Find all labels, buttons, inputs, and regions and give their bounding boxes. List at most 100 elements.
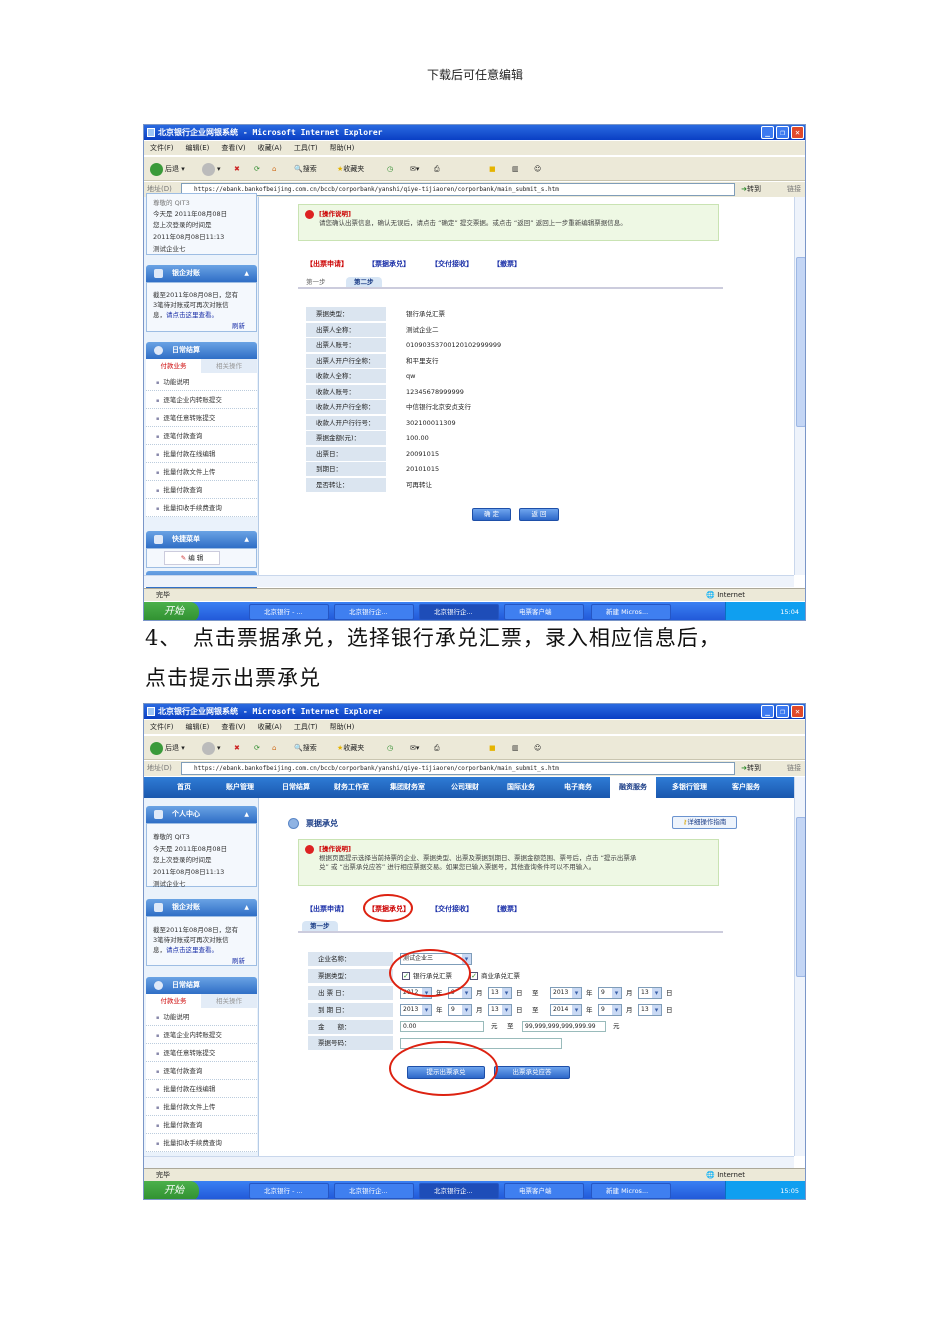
nav-wealth[interactable]: 公司理财 — [451, 777, 479, 798]
refresh-icon[interactable]: ⟳ — [254, 162, 260, 176]
menu-edit[interactable]: 编辑(E) — [186, 144, 210, 152]
menu-help[interactable]: 帮助(H) — [330, 144, 355, 152]
nav-ecommerce[interactable]: 电子商务 — [564, 777, 592, 798]
sidebar-item[interactable]: 功能说明 — [146, 373, 257, 391]
forward-button[interactable]: ▾ — [202, 162, 221, 176]
url-input[interactable]: https://ebank.bankofbeijing.com.cn/bccb/… — [181, 762, 735, 775]
due-to-month-select[interactable]: 9 — [598, 1004, 622, 1016]
taskbar-item[interactable]: 北京银行企... — [334, 1183, 414, 1199]
personal-header[interactable]: 个人中心 ▲ — [146, 806, 257, 823]
nav-financing[interactable]: 融资服务 — [610, 777, 656, 798]
issue-to-day-select[interactable]: 13 — [638, 987, 662, 999]
go-button[interactable]: ➜转到 — [741, 182, 761, 197]
collapse-icon[interactable]: ▲ — [244, 531, 249, 548]
mail-icon[interactable]: ✉▾ — [410, 162, 419, 176]
tab-payment[interactable]: 付款业务 — [146, 359, 201, 373]
issue-from-day-select[interactable]: 13 — [488, 987, 512, 999]
messenger-icon[interactable]: ☺ — [534, 741, 541, 755]
menu-view[interactable]: 查看(V) — [221, 723, 245, 731]
nav-account[interactable]: 账户管理 — [226, 777, 254, 798]
sidebar-item[interactable]: 批量付款在线编辑 — [146, 1080, 257, 1098]
close-button[interactable]: ✕ — [791, 705, 804, 718]
favorites-button[interactable]: ★收藏夹 — [337, 741, 364, 755]
nav-customer-service[interactable]: 客户服务 — [732, 777, 760, 798]
scroll-thumb[interactable] — [796, 817, 805, 977]
back-button[interactable]: 后退 ▾ — [150, 741, 185, 755]
links-label[interactable]: 链接 — [787, 182, 801, 197]
taskbar-item[interactable]: 北京银行 - ... — [249, 1183, 329, 1199]
edit-button[interactable]: ✎ 编 辑 — [164, 551, 220, 565]
amount-to-input[interactable]: 99,999,999,999,999.99 — [522, 1021, 606, 1032]
start-button[interactable]: 开始 — [144, 1181, 199, 1199]
nav-daily[interactable]: 日常结算 — [282, 777, 310, 798]
sidebar-item[interactable]: 逐笔付款查询 — [146, 427, 257, 445]
taskbar-item[interactable]: 北京银行 - ... — [249, 604, 329, 620]
history-icon[interactable]: ◷ — [387, 741, 393, 755]
collapse-icon[interactable]: ▲ — [244, 806, 249, 823]
research-icon[interactable]: ▥ — [512, 162, 519, 176]
print-icon[interactable]: ⎙ — [434, 162, 440, 176]
sidebar-item[interactable]: 批量付款文件上传 — [146, 463, 257, 481]
close-button[interactable]: ✕ — [791, 126, 804, 139]
taskbar-item[interactable]: 北京银行企... — [334, 604, 414, 620]
taskbar-item[interactable]: 新建 Micros... — [591, 604, 671, 620]
nav-multibank[interactable]: 多银行管理 — [672, 777, 707, 798]
nav-international[interactable]: 国际业务 — [507, 777, 535, 798]
menu-tools[interactable]: 工具(T) — [294, 723, 318, 731]
due-to-year-select[interactable]: 2014 — [550, 1004, 582, 1016]
link-bill-accept[interactable]: 【票据承兑】 — [368, 259, 410, 269]
link-deliver-receive[interactable]: 【交付接收】 — [431, 259, 473, 269]
maximize-button[interactable]: ❐ — [776, 705, 789, 718]
due-from-year-select[interactable]: 2013 — [400, 1004, 432, 1016]
search-button[interactable]: 🔍搜索 — [294, 741, 317, 755]
taskbar-item[interactable]: 北京银行企... — [419, 1183, 499, 1199]
daily-header[interactable]: 日常结算 — [146, 342, 257, 359]
vertical-scrollbar[interactable] — [794, 777, 805, 1156]
menu-tools[interactable]: 工具(T) — [294, 144, 318, 152]
link-deliver-receive[interactable]: 【交付接收】 — [431, 904, 473, 914]
tab-payment[interactable]: 付款业务 — [146, 994, 201, 1008]
link-issue-apply[interactable]: 【出票申请】 — [306, 259, 348, 269]
sidebar-item[interactable]: 批量付款在线编辑 — [146, 445, 257, 463]
sidebar-item[interactable]: 逐笔企业内转账提交 — [146, 1026, 257, 1044]
menu-favorites[interactable]: 收藏(A) — [258, 144, 282, 152]
go-button[interactable]: ➜转到 — [741, 761, 761, 776]
issue-to-month-select[interactable]: 9 — [598, 987, 622, 999]
sidebar-item[interactable]: 批量扣收手续费查询 — [146, 1134, 257, 1152]
collapse-icon[interactable]: ▲ — [244, 899, 249, 916]
home-icon[interactable]: ⌂ — [272, 162, 276, 176]
tab-related[interactable]: 相关操作 — [201, 994, 257, 1008]
due-from-month-select[interactable]: 9 — [448, 1004, 472, 1016]
guide-button[interactable]: ⚷详细操作指南 — [672, 816, 737, 829]
vertical-scrollbar[interactable] — [794, 197, 805, 575]
folder-icon[interactable]: ■ — [489, 162, 496, 176]
horizontal-scrollbar[interactable] — [144, 575, 794, 587]
minimize-button[interactable]: _ — [761, 126, 774, 139]
sidebar-item[interactable]: 逐笔付款查询 — [146, 1062, 257, 1080]
taskbar-item[interactable]: 电票客户端 — [504, 1183, 584, 1199]
print-icon[interactable]: ⎙ — [434, 741, 440, 755]
favorites-button[interactable]: ★收藏夹 — [337, 162, 364, 176]
stop-icon[interactable]: ✖ — [234, 741, 240, 755]
horizontal-scrollbar[interactable] — [144, 1156, 794, 1168]
url-input[interactable]: https://ebank.bankofbeijing.com.cn/bccb/… — [181, 183, 735, 196]
history-icon[interactable]: ◷ — [387, 162, 393, 176]
taskbar-item[interactable]: 新建 Micros... — [591, 1183, 671, 1199]
nav-group-finance[interactable]: 集团财务室 — [390, 777, 425, 798]
acceptance-reply-button[interactable]: 出票承兑应答 — [494, 1066, 570, 1079]
menu-file[interactable]: 文件(F) — [150, 723, 174, 731]
menu-view[interactable]: 查看(V) — [221, 144, 245, 152]
menu-file[interactable]: 文件(F) — [150, 144, 174, 152]
menu-help[interactable]: 帮助(H) — [330, 723, 355, 731]
taskbar-item[interactable]: 电票客户端 — [504, 604, 584, 620]
sidebar-item[interactable]: 逐笔企业内转账提交 — [146, 391, 257, 409]
sidebar-item[interactable]: 逐笔任意转账提交 — [146, 409, 257, 427]
quick-menu-header[interactable]: 快捷菜单 ▲ — [146, 531, 257, 548]
mail-icon[interactable]: ✉▾ — [410, 741, 419, 755]
links-label[interactable]: 链接 — [787, 761, 801, 776]
search-button[interactable]: 🔍搜索 — [294, 162, 317, 176]
sidebar-item[interactable]: 批量付款查询 — [146, 481, 257, 499]
checkbox-commercial-acceptance[interactable]: ✓ 商业承兑汇票 — [470, 970, 520, 982]
tab-related[interactable]: 相关操作 — [201, 359, 257, 373]
confirm-button[interactable]: 确 定 — [472, 508, 511, 521]
